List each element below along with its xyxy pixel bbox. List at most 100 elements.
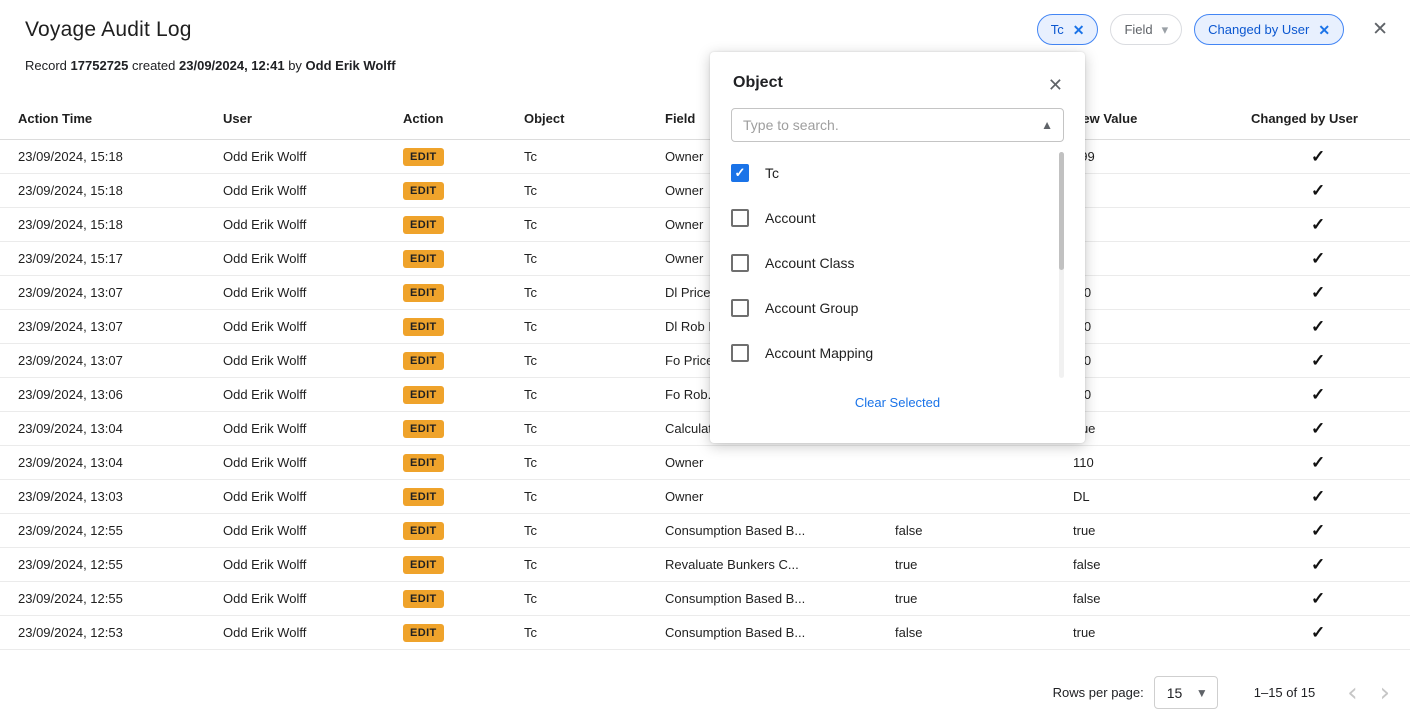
table-row[interactable]: 23/09/2024, 13:04 Odd Erik Wolff EDIT Tc… [0, 446, 1410, 480]
checkmark-icon: ✓ [1311, 555, 1325, 574]
rows-per-page-label: Rows per page: [1053, 685, 1144, 700]
col-action-time: Action Time [0, 97, 223, 140]
table-row[interactable]: 23/09/2024, 13:07 Odd Erik Wolff EDIT Tc… [0, 310, 1410, 344]
edit-action-badge: EDIT [403, 522, 444, 540]
table-row[interactable]: 23/09/2024, 15:18 Odd Erik Wolff EDIT Tc… [0, 174, 1410, 208]
cell-changed-by-user: ✓ [1251, 344, 1410, 378]
object-option-label: Account Mapping [765, 345, 873, 361]
popover-close-icon[interactable]: ✕ [1048, 76, 1063, 94]
object-search-input[interactable] [743, 117, 1041, 133]
filter-chip-changed-by-user[interactable]: Changed by User ✕ [1194, 14, 1344, 45]
remove-filter-changed-by-user-icon[interactable]: ✕ [1318, 23, 1330, 37]
edit-action-badge: EDIT [403, 488, 444, 506]
table-row[interactable]: 23/09/2024, 12:55 Odd Erik Wolff EDIT Tc… [0, 548, 1410, 582]
checkmark-icon: ✓ [1311, 487, 1325, 506]
edit-action-badge: EDIT [403, 284, 444, 302]
object-option[interactable]: Tc [710, 150, 1085, 195]
object-option[interactable]: Account Class [710, 240, 1085, 285]
edit-action-badge: EDIT [403, 250, 444, 268]
cell-user: Odd Erik Wolff [223, 310, 403, 344]
checkmark-icon: ✓ [1311, 249, 1325, 268]
cell-old-value: true [895, 582, 1073, 616]
next-page-icon[interactable]: › [1380, 680, 1390, 706]
cell-new-value: H [1073, 208, 1251, 242]
checkbox-icon[interactable] [731, 164, 749, 182]
cell-user: Odd Erik Wolff [223, 514, 403, 548]
scrollbar-track[interactable] [1059, 152, 1064, 378]
clear-selected-link[interactable]: Clear Selected [710, 395, 1085, 410]
cell-action-time: 23/09/2024, 13:04 [0, 446, 223, 480]
by-label: by [288, 58, 302, 73]
cell-new-value: 0.0 [1073, 378, 1251, 412]
cell-old-value [895, 480, 1073, 514]
cell-old-value: true [895, 548, 1073, 582]
cell-changed-by-user: ✓ [1251, 514, 1410, 548]
checkbox-icon[interactable] [731, 209, 749, 227]
table-row[interactable]: 23/09/2024, 13:06 Odd Erik Wolff EDIT Tc… [0, 378, 1410, 412]
cell-action-time: 23/09/2024, 13:04 [0, 412, 223, 446]
checkbox-icon[interactable] [731, 254, 749, 272]
object-option-label: Account [765, 210, 816, 226]
table-row[interactable]: 23/09/2024, 12:55 Odd Erik Wolff EDIT Tc… [0, 582, 1410, 616]
object-filter-popover: Object ✕ ▲ Tc Account Account Class A [710, 52, 1085, 443]
table-row[interactable]: 23/09/2024, 15:17 Odd Erik Wolff EDIT Tc… [0, 242, 1410, 276]
table-row[interactable]: 23/09/2024, 13:07 Odd Erik Wolff EDIT Tc… [0, 344, 1410, 378]
cell-field: Consumption Based B... [665, 582, 895, 616]
object-option[interactable]: Account Group [710, 285, 1085, 330]
cell-user: Odd Erik Wolff [223, 140, 403, 174]
table-row[interactable]: 23/09/2024, 15:18 Odd Erik Wolff EDIT Tc… [0, 208, 1410, 242]
close-icon[interactable]: ✕ [1372, 20, 1388, 39]
table-row[interactable]: 23/09/2024, 12:55 Odd Erik Wolff EDIT Tc… [0, 514, 1410, 548]
cell-changed-by-user: ✓ [1251, 548, 1410, 582]
col-action: Action [403, 97, 524, 140]
cell-object: Tc [524, 480, 665, 514]
table-row[interactable]: 23/09/2024, 13:07 Odd Erik Wolff EDIT Tc… [0, 276, 1410, 310]
cell-action-time: 23/09/2024, 13:07 [0, 310, 223, 344]
cell-action: EDIT [403, 412, 524, 446]
voyage-audit-log-page: Voyage Audit Log Record 17752725 created… [0, 0, 1410, 722]
cell-changed-by-user: ✓ [1251, 412, 1410, 446]
checkbox-icon[interactable] [731, 299, 749, 317]
object-option[interactable]: Account [710, 195, 1085, 240]
remove-filter-tc-icon[interactable]: ✕ [1073, 23, 1085, 37]
cell-changed-by-user: ✓ [1251, 378, 1410, 412]
cell-field: Owner [665, 446, 895, 480]
cell-action-time: 23/09/2024, 13:03 [0, 480, 223, 514]
table-row[interactable]: 23/09/2024, 12:53 Odd Erik Wolff EDIT Tc… [0, 616, 1410, 650]
cell-new-value: true [1073, 412, 1251, 446]
table-row[interactable]: 23/09/2024, 13:04 Odd Erik Wolff EDIT Tc… [0, 412, 1410, 446]
cell-action-time: 23/09/2024, 15:18 [0, 174, 223, 208]
filter-chip-field[interactable]: Field ▾ [1110, 14, 1182, 45]
cell-user: Odd Erik Wolff [223, 446, 403, 480]
cell-new-value: .. [1073, 242, 1251, 276]
filter-chip-bar: Tc ✕ Field ▾ Changed by User ✕ ✕ [1037, 14, 1388, 45]
cell-changed-by-user: ✓ [1251, 140, 1410, 174]
checkmark-icon: ✓ [1311, 521, 1325, 540]
created-label: created [132, 58, 175, 73]
filter-chip-field-label: Field [1124, 22, 1152, 37]
cell-action: EDIT [403, 548, 524, 582]
object-search-box[interactable]: ▲ [731, 108, 1064, 142]
object-option[interactable]: Account Mapping [710, 330, 1085, 375]
cell-user: Odd Erik Wolff [223, 276, 403, 310]
checkmark-icon: ✓ [1311, 283, 1325, 302]
table-row[interactable]: 23/09/2024, 15:18 Odd Erik Wolff EDIT Tc… [0, 140, 1410, 174]
cell-user: Odd Erik Wolff [223, 174, 403, 208]
cell-object: Tc [524, 548, 665, 582]
cell-new-value [1073, 174, 1251, 208]
scrollbar-thumb[interactable] [1059, 152, 1064, 270]
cell-user: Odd Erik Wolff [223, 582, 403, 616]
cell-object: Tc [524, 582, 665, 616]
checkbox-icon[interactable] [731, 344, 749, 362]
rows-per-page-select[interactable]: 15 ▼ [1154, 676, 1218, 709]
collapse-chevron-up-icon[interactable]: ▲ [1041, 118, 1053, 132]
col-new-value: New Value [1073, 97, 1251, 140]
created-date: 23/09/2024, 12:41 [179, 58, 285, 73]
previous-page-icon[interactable]: ‹ [1347, 680, 1357, 706]
cell-object: Tc [524, 174, 665, 208]
edit-action-badge: EDIT [403, 624, 444, 642]
cell-object: Tc [524, 208, 665, 242]
filter-chip-tc[interactable]: Tc ✕ [1037, 14, 1099, 45]
table-row[interactable]: 23/09/2024, 13:03 Odd Erik Wolff EDIT Tc… [0, 480, 1410, 514]
cell-old-value [895, 446, 1073, 480]
